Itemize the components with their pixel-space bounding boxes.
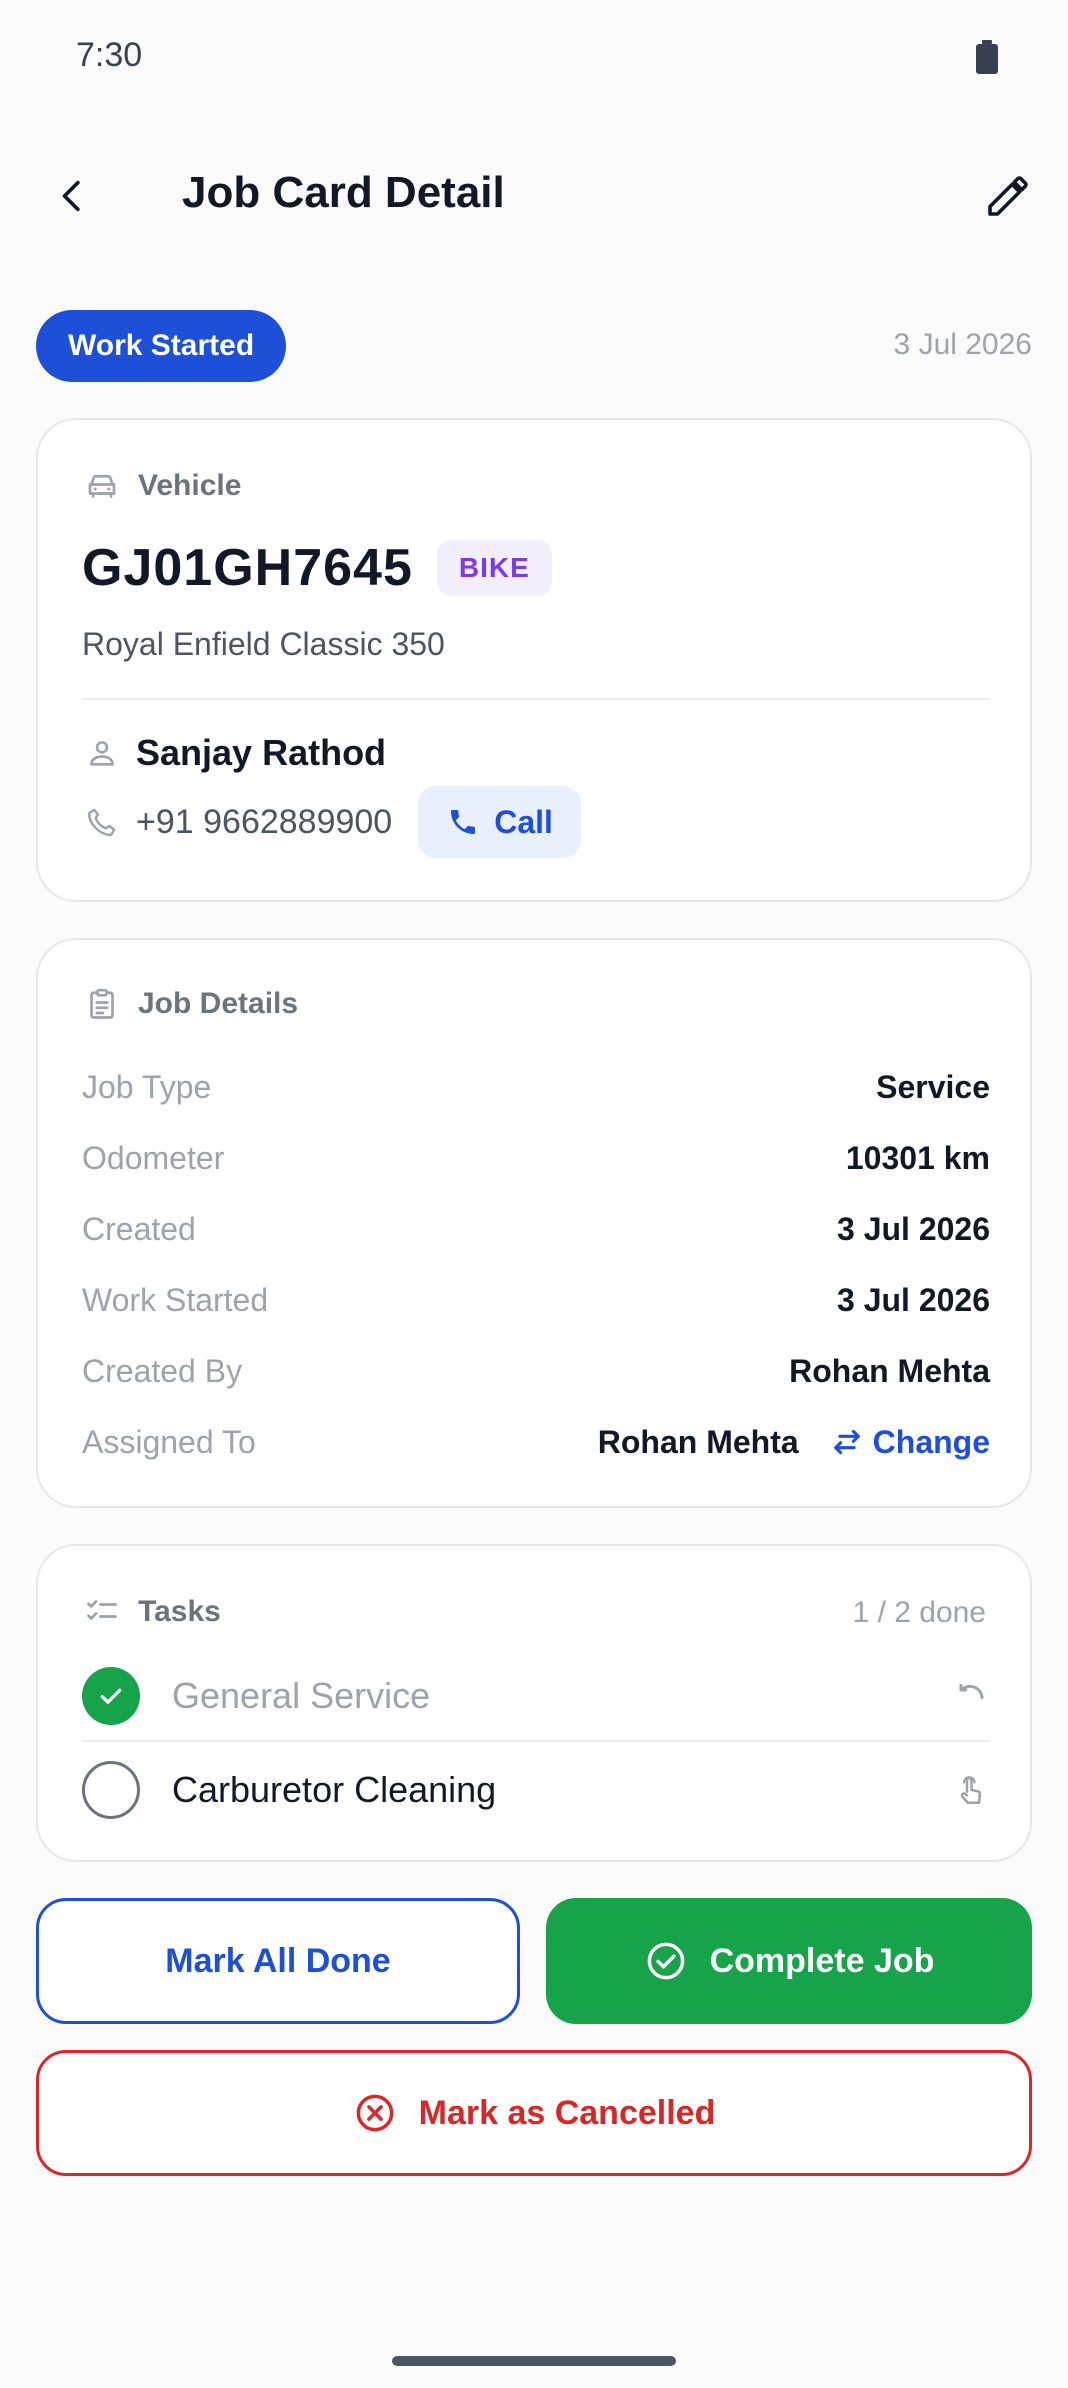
complete-job-label: Complete Job — [709, 1941, 935, 1980]
task-checkbox-checked[interactable] — [82, 1667, 140, 1725]
status-badge: Work Started — [36, 310, 287, 382]
complete-job-button[interactable]: Complete Job — [546, 1898, 1032, 2024]
detail-value: Rohan Mehta — [789, 1352, 990, 1389]
page-title: Job Card Detail — [182, 168, 505, 217]
owner-row: Sanjay Rathod — [82, 730, 386, 776]
tasks-section-header: Tasks — [82, 1592, 221, 1632]
vehicle-section-header: Vehicle — [82, 466, 241, 506]
vehicle-plate: GJ01GH7645 — [82, 539, 413, 597]
task-row[interactable]: General Service — [82, 1664, 990, 1728]
job-details-card: Job Details Job Type Service Odometer 10… — [36, 938, 1032, 1508]
job-status-row: Work Started 3 Jul 2026 — [36, 310, 1032, 382]
phone-icon — [82, 802, 122, 842]
detail-label: Created By — [82, 1352, 243, 1389]
vehicle-card: Vehicle GJ01GH7645 BIKE Royal Enfield Cl… — [36, 418, 1032, 902]
task-checkbox-unchecked[interactable] — [82, 1761, 140, 1819]
status-bar: 7:30 — [0, 0, 1068, 116]
detail-row-created-by: Created By Rohan Mehta — [82, 1348, 990, 1394]
tasks-card: Tasks 1 / 2 done General Service Carbure… — [36, 1544, 1032, 1862]
back-button[interactable] — [40, 164, 104, 228]
cancel-circle-icon — [353, 2091, 397, 2135]
detail-value: Service — [876, 1068, 990, 1105]
detail-row-work-started: Work Started 3 Jul 2026 — [82, 1277, 990, 1323]
call-button[interactable]: Call — [418, 786, 581, 858]
app-bar: Job Card Detail — [0, 150, 1068, 242]
clipboard-icon — [82, 984, 122, 1024]
undo-icon[interactable] — [950, 1676, 990, 1716]
owner-name: Sanjay Rathod — [136, 732, 387, 773]
plate-row: GJ01GH7645 BIKE — [82, 538, 552, 598]
edit-button[interactable] — [976, 164, 1040, 228]
check-icon — [100, 1688, 122, 1704]
status-time: 7:30 — [76, 36, 143, 74]
divider — [82, 698, 990, 700]
phone-icon — [446, 805, 480, 839]
assigned-to-wrap: Rohan Mehta Change — [598, 1424, 990, 1461]
pencil-icon — [988, 176, 1028, 216]
tasks-progress: 1 / 2 done — [852, 1596, 986, 1629]
divider — [82, 1740, 990, 1742]
car-icon — [82, 466, 122, 506]
detail-label: Work Started — [82, 1281, 269, 1318]
detail-row-job-type: Job Type Service — [82, 1064, 990, 1110]
detail-value: 3 Jul 2026 — [837, 1281, 990, 1318]
arrow-back-icon — [62, 180, 80, 212]
detail-row-odometer: Odometer 10301 km — [82, 1135, 990, 1181]
swap-icon — [829, 1424, 865, 1460]
phone-row: +91 9662889900 Call — [82, 786, 581, 858]
owner-phone: +91 9662889900 — [136, 802, 393, 841]
detail-label: Assigned To — [82, 1423, 256, 1460]
detail-value: 3 Jul 2026 — [837, 1210, 990, 1247]
change-assignee-button[interactable]: Change — [829, 1424, 990, 1461]
check-circle-icon — [644, 1939, 688, 1983]
task-name: Carburetor Cleaning — [172, 1769, 497, 1810]
person-icon — [82, 733, 122, 773]
job-details-section-header: Job Details — [82, 984, 298, 1024]
detail-label: Odometer — [82, 1139, 225, 1176]
detail-label: Created — [82, 1210, 196, 1247]
task-name: General Service — [172, 1675, 431, 1716]
detail-row-assigned-to: Assigned To Rohan Mehta Change — [82, 1419, 990, 1465]
battery-icon — [976, 40, 998, 74]
job-details-section-label: Job Details — [138, 987, 299, 1020]
mark-all-done-button[interactable]: Mark All Done — [36, 1898, 520, 2024]
job-date: 3 Jul 2026 — [893, 328, 1032, 361]
call-button-label: Call — [494, 803, 553, 840]
detail-row-created: Created 3 Jul 2026 — [82, 1206, 990, 1252]
detail-value: 10301 km — [845, 1139, 990, 1176]
checklist-icon — [82, 1592, 122, 1632]
vehicle-section-label: Vehicle — [138, 469, 242, 502]
tasks-section-label: Tasks — [138, 1595, 221, 1628]
vehicle-model: Royal Enfield Classic 350 — [82, 626, 445, 662]
mark-all-done-label: Mark All Done — [165, 1941, 391, 1980]
vehicle-type-badge: BIKE — [436, 540, 552, 596]
detail-label: Job Type — [82, 1068, 212, 1105]
mark-cancelled-button[interactable]: Mark as Cancelled — [36, 2050, 1032, 2176]
task-row[interactable]: Carburetor Cleaning — [82, 1758, 990, 1822]
change-link-label: Change — [872, 1423, 990, 1460]
detail-value: Rohan Mehta — [597, 1423, 799, 1460]
mark-cancelled-label: Mark as Cancelled — [418, 2093, 716, 2132]
tap-icon[interactable] — [950, 1770, 990, 1810]
home-indicator[interactable] — [392, 2356, 676, 2366]
